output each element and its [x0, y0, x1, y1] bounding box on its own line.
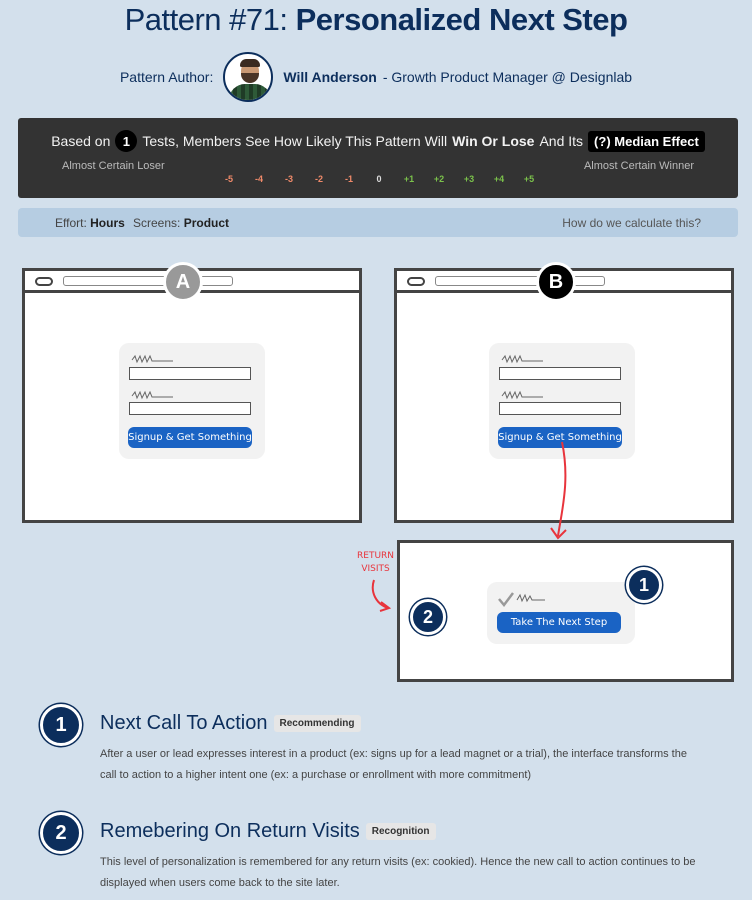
headline-mid: Tests, Members See How Likely This Patte… — [142, 133, 448, 149]
step-2-marker: 2 — [410, 599, 446, 635]
label-scribble-icon — [131, 354, 173, 364]
scale-tick: +1 — [403, 174, 415, 184]
scale-tick: 0 — [376, 174, 382, 184]
next-step-frame: Take The Next Step — [397, 540, 734, 682]
scale-tick: -1 — [344, 174, 353, 184]
win-lose-bar: Based on 1 Tests, Members See How Likely… — [18, 118, 738, 198]
step-tag[interactable]: Recommending — [273, 715, 361, 732]
return-arrow-icon — [371, 579, 392, 612]
label-scribble-icon — [501, 354, 543, 364]
effort-info: Effort: Hours — [55, 216, 125, 230]
return-label-line-2: VISITS — [361, 564, 390, 574]
scale-tick: -5 — [224, 174, 233, 184]
variant-b-badge: B — [536, 262, 576, 302]
form-field-2[interactable] — [499, 402, 621, 415]
step-1-marker: 1 — [626, 567, 662, 603]
step-title: Next Call To Action Recommending — [100, 712, 361, 735]
next-step-card: Take The Next Step — [487, 582, 635, 644]
screens-info: Screens: Product — [133, 216, 229, 230]
author-role: - Growth Product Manager @ Designlab — [382, 69, 633, 85]
scale-tick: -3 — [284, 174, 293, 184]
step-description: This level of personalization is remembe… — [100, 856, 696, 889]
signup-button[interactable]: Signup & Get Something — [128, 427, 252, 448]
variant-a-frame: Signup & Get Something — [22, 268, 362, 523]
eye-icon — [407, 277, 425, 286]
label-scribble-icon — [501, 390, 543, 400]
scale-tick: +2 — [433, 174, 445, 184]
winner-label: Almost Certain Winner — [583, 160, 694, 172]
tests-count-badge: 1 — [115, 130, 138, 152]
scale-tick: +4 — [493, 174, 505, 184]
author-line: Pattern Author: Will Anderson - Growth P… — [0, 52, 752, 102]
step-title-text: Next Call To Action — [100, 712, 268, 734]
effect-scale: -5 -4 -3 -2 -1 0 +1 +2 +3 +4 +5 — [214, 174, 544, 188]
checkmark-icon — [498, 592, 545, 607]
page-title: Pattern #71: Personalized Next Step — [0, 2, 752, 38]
variant-a-badge: A — [163, 262, 203, 302]
effort-bar: Effort: Hours Screens: Product How do we… — [18, 208, 738, 237]
effort-label: Effort: — [55, 216, 87, 230]
form-field-1[interactable] — [499, 367, 621, 380]
screens-value: Product — [183, 216, 230, 230]
next-step-button[interactable]: Take The Next Step — [497, 612, 621, 633]
label-scribble-icon — [131, 390, 173, 400]
scale-tick: -4 — [254, 174, 263, 184]
loser-label: Almost Certain Loser — [62, 160, 165, 172]
form-field-1[interactable] — [129, 367, 251, 380]
effort-value: Hours — [90, 216, 125, 230]
scale-tick: -2 — [314, 174, 323, 184]
headline-and: And Its — [539, 133, 584, 149]
win-lose-headline: Based on 1 Tests, Members See How Likely… — [18, 130, 738, 152]
scale-tick: +3 — [463, 174, 475, 184]
headline-prefix: Based on — [51, 133, 111, 149]
author-name[interactable]: Will Anderson — [283, 69, 376, 85]
signup-form: Signup & Get Something — [119, 343, 265, 459]
return-label-line-1: RETURN — [357, 551, 395, 561]
avatar[interactable] — [223, 52, 274, 102]
step-description: After a user or lead expresses interest … — [100, 748, 687, 781]
pattern-name: Personalized Next Step — [295, 2, 628, 37]
step-number-badge: 1 — [40, 704, 82, 746]
screens-label: Screens: — [133, 216, 181, 230]
step-title: Remebering On Return Visits Recognition — [100, 820, 436, 843]
how-calculate-link[interactable]: How do we calculate this? — [562, 216, 701, 230]
eye-icon — [35, 277, 53, 286]
step-title-text: Remebering On Return Visits — [100, 820, 360, 842]
pattern-number: Pattern #71: — [124, 2, 288, 37]
scale-tick: +5 — [523, 174, 535, 184]
form-field-2[interactable] — [129, 402, 251, 415]
url-bar — [435, 276, 605, 286]
red-arrow-icon — [550, 441, 567, 540]
url-bar — [63, 276, 233, 286]
step-tag[interactable]: Recognition — [365, 823, 436, 840]
return-visits-label: RETURN VISITS — [357, 550, 394, 576]
headline-winlose: Win Or Lose — [452, 133, 535, 149]
step-number-badge: 2 — [40, 812, 82, 854]
median-effect-button[interactable]: (?) Median Effect — [588, 130, 705, 152]
author-label: Pattern Author: — [119, 69, 214, 85]
